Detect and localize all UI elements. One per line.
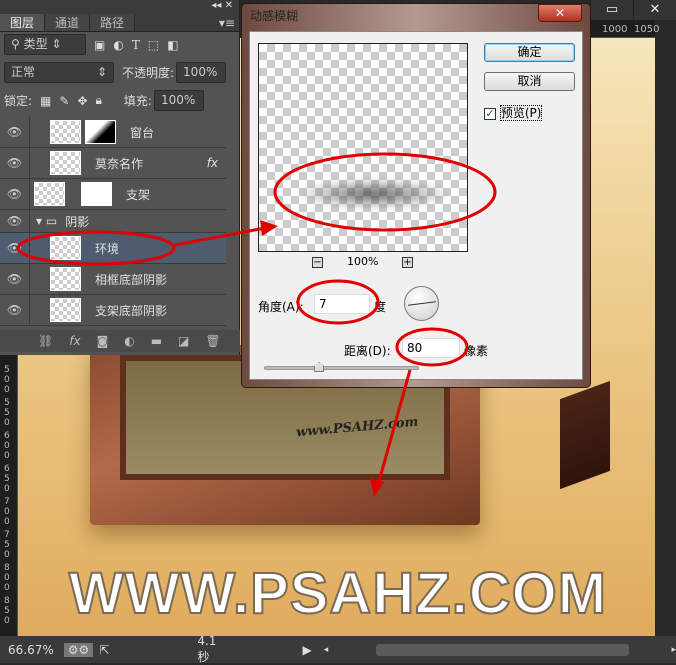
annotation-arrow bbox=[174, 226, 266, 247]
annotation-arrow bbox=[376, 369, 412, 486]
annotation-ellipse bbox=[16, 230, 176, 266]
annotation-ellipse bbox=[273, 152, 497, 232]
arrow-head bbox=[260, 220, 278, 236]
annotation-ellipse bbox=[395, 327, 469, 367]
arrow-head bbox=[370, 478, 384, 497]
annotation-overlay bbox=[16, 152, 497, 497]
annotation-ellipse bbox=[296, 279, 380, 325]
